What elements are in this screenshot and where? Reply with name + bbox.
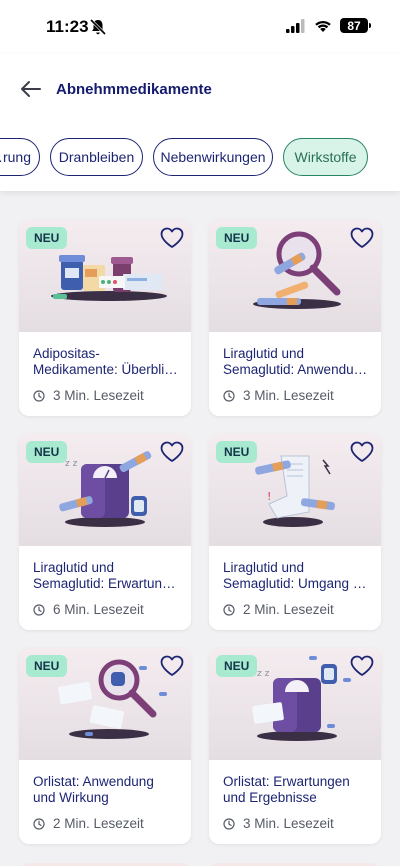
status-time: 11:23 — [46, 17, 89, 36]
heart-icon[interactable] — [159, 654, 185, 678]
back-arrow-icon[interactable] — [18, 78, 44, 100]
clock-icon — [223, 603, 235, 616]
chip-wirkstoffe[interactable]: Wirkstoffe — [283, 138, 368, 176]
article-card[interactable]: z z NEU Orlistat: Erwartungen und Ergebn… — [209, 648, 381, 844]
clock-icon — [33, 817, 45, 830]
clock-icon — [223, 389, 235, 402]
reading-time: 6 Min. Lesezeit — [33, 602, 144, 617]
svg-text:!: ! — [267, 490, 271, 503]
svg-text:z z: z z — [257, 669, 270, 679]
heart-icon[interactable] — [159, 226, 185, 250]
new-badge: NEU — [26, 227, 68, 249]
heart-icon[interactable] — [349, 226, 375, 250]
article-card[interactable]: NEU Liraglutid und Semaglutid: Anwendu… … — [209, 220, 381, 416]
reading-time: 2 Min. Lesezeit — [223, 602, 334, 617]
heart-icon[interactable] — [349, 440, 375, 464]
new-badge: NEU — [216, 441, 258, 463]
chip-filter-1[interactable]: …rung — [0, 138, 40, 176]
heart-icon[interactable] — [159, 440, 185, 464]
reading-time: 3 Min. Lesezeit — [223, 816, 334, 831]
page-title: Abnehmmedikamente — [56, 81, 212, 98]
bell-muted-icon — [89, 18, 107, 36]
chip-dranbleiben[interactable]: Dranbleiben — [50, 138, 143, 176]
status-bar: 11:23 87 — [0, 0, 400, 54]
card-title: Liraglutid und Semaglutid: Anwendu… — [223, 346, 368, 377]
card-illustration: NEU — [209, 220, 381, 332]
card-illustration: NEU — [19, 220, 191, 332]
new-badge: NEU — [216, 655, 258, 677]
clock-icon — [33, 603, 45, 616]
card-title: Orlistat: Anwendung und Wirkung — [33, 774, 154, 805]
card-title: Liraglutid und Semaglutid: Erwartun… — [33, 560, 176, 591]
new-badge: NEU — [26, 655, 68, 677]
article-card[interactable]: ! NEU Liraglutid und Semaglutid: Umgang … — [209, 434, 381, 630]
svg-text:z z: z z — [65, 459, 78, 469]
signal-icon — [286, 18, 305, 33]
article-card[interactable]: NEU Adipositas- Medikamente: Überbli… 3 … — [19, 220, 191, 416]
article-card[interactable]: NEU Orlistat: Anwendung und Wirkung 2 Mi… — [19, 648, 191, 844]
filter-chips: …rung Dranbleiben Nebenwirkungen Wirksto… — [0, 138, 400, 176]
wifi-icon — [315, 20, 331, 32]
reading-time: 3 Min. Lesezeit — [33, 388, 144, 403]
card-title: Liraglutid und Semaglutid: Umgang … — [223, 560, 367, 591]
chip-nebenwirkungen[interactable]: Nebenwirkungen — [153, 138, 273, 176]
new-badge: NEU — [216, 227, 258, 249]
heart-icon[interactable] — [349, 654, 375, 678]
card-illustration: NEU — [19, 648, 191, 760]
new-badge: NEU — [26, 441, 68, 463]
card-illustration: ! NEU — [209, 434, 381, 546]
card-illustration: z z NEU — [19, 434, 191, 546]
article-card[interactable]: z z NEU Liraglutid und Semaglutid: Erwar… — [19, 434, 191, 630]
card-illustration: z z NEU — [209, 648, 381, 760]
page-header: Abnehmmedikamente …rung Dranbleiben Nebe… — [0, 54, 400, 191]
reading-time: 3 Min. Lesezeit — [223, 388, 334, 403]
clock-icon — [33, 389, 45, 402]
reading-time: 2 Min. Lesezeit — [33, 816, 144, 831]
clock-icon — [223, 817, 235, 830]
battery-indicator: 87 — [340, 18, 371, 33]
status-indicators: 87 — [286, 18, 371, 33]
card-title: Orlistat: Erwartungen und Ergebnisse — [223, 774, 350, 805]
card-title: Adipositas- Medikamente: Überbli… — [33, 346, 178, 377]
